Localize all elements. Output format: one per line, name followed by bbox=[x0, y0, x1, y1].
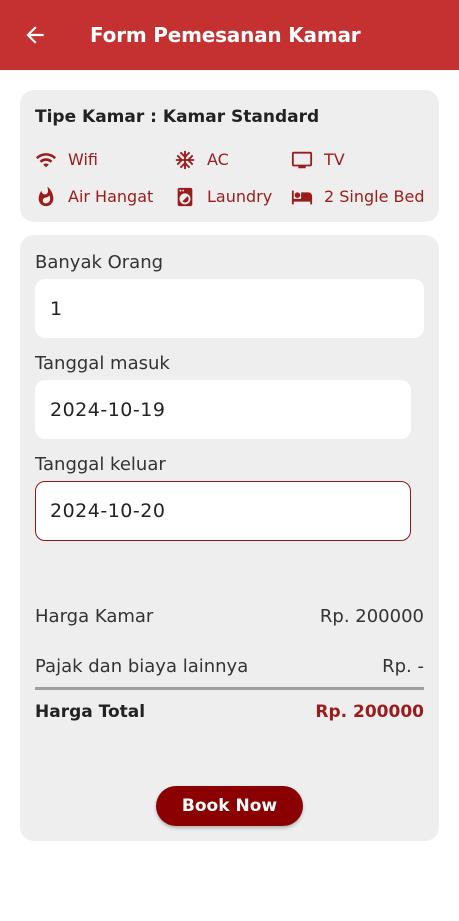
facility-label: Laundry bbox=[207, 187, 273, 206]
room-type-card: Tipe Kamar : Kamar Standard Wifi AC TV A… bbox=[20, 90, 439, 222]
facility-bed: 2 Single Bed bbox=[291, 186, 425, 208]
total-price-label: Harga Total bbox=[35, 702, 146, 722]
facility-label: AC bbox=[207, 150, 229, 169]
facility-wifi: Wifi bbox=[35, 149, 98, 171]
checkout-date-label: Tanggal keluar bbox=[35, 454, 166, 475]
facility-ac: AC bbox=[174, 149, 229, 171]
checkout-date-input[interactable]: 2024-10-20 bbox=[35, 481, 411, 541]
room-price-label: Harga Kamar bbox=[35, 606, 154, 627]
facility-label: 2 Single Bed bbox=[324, 187, 425, 206]
tv-icon bbox=[291, 151, 313, 169]
facility-tv: TV bbox=[291, 149, 345, 171]
back-button[interactable] bbox=[22, 22, 48, 48]
page-title: Form Pemesanan Kamar bbox=[90, 23, 361, 47]
laundry-icon bbox=[177, 187, 193, 207]
people-count-label: Banyak Orang bbox=[35, 252, 164, 273]
checkin-date-input[interactable]: 2024-10-19 bbox=[35, 380, 411, 439]
facility-hot-water: Air Hangat bbox=[35, 186, 153, 208]
people-count-value: 1 bbox=[50, 297, 63, 320]
facility-laundry: Laundry bbox=[174, 186, 272, 208]
checkin-date-value: 2024-10-19 bbox=[50, 398, 166, 421]
people-count-input[interactable]: 1 bbox=[35, 279, 424, 338]
tax-label: Pajak dan biaya lainnya bbox=[35, 656, 249, 677]
facility-label: Air Hangat bbox=[68, 187, 154, 206]
facility-label: TV bbox=[324, 150, 345, 169]
arrow-left-icon bbox=[26, 26, 44, 44]
book-now-button[interactable]: Book Now bbox=[156, 786, 303, 826]
app-bar: Form Pemesanan Kamar bbox=[0, 0, 459, 70]
booking-form-card: Banyak Orang 1 Tanggal masuk 2024-10-19 … bbox=[20, 235, 439, 841]
room-type-label: Tipe Kamar : Kamar Standard bbox=[35, 107, 320, 127]
room-price-value: Rp. 200000 bbox=[319, 606, 424, 627]
checkout-date-value: 2024-10-20 bbox=[50, 500, 166, 522]
total-price-value: Rp. 200000 bbox=[315, 702, 424, 722]
fire-icon bbox=[38, 186, 54, 207]
wifi-icon bbox=[35, 153, 57, 168]
snowflake-icon bbox=[175, 150, 195, 170]
checkin-date-label: Tanggal masuk bbox=[35, 353, 170, 374]
summary-divider bbox=[35, 687, 424, 690]
tax-value: Rp. - bbox=[382, 656, 424, 677]
bed-icon bbox=[291, 190, 313, 205]
facility-label: Wifi bbox=[68, 150, 98, 169]
